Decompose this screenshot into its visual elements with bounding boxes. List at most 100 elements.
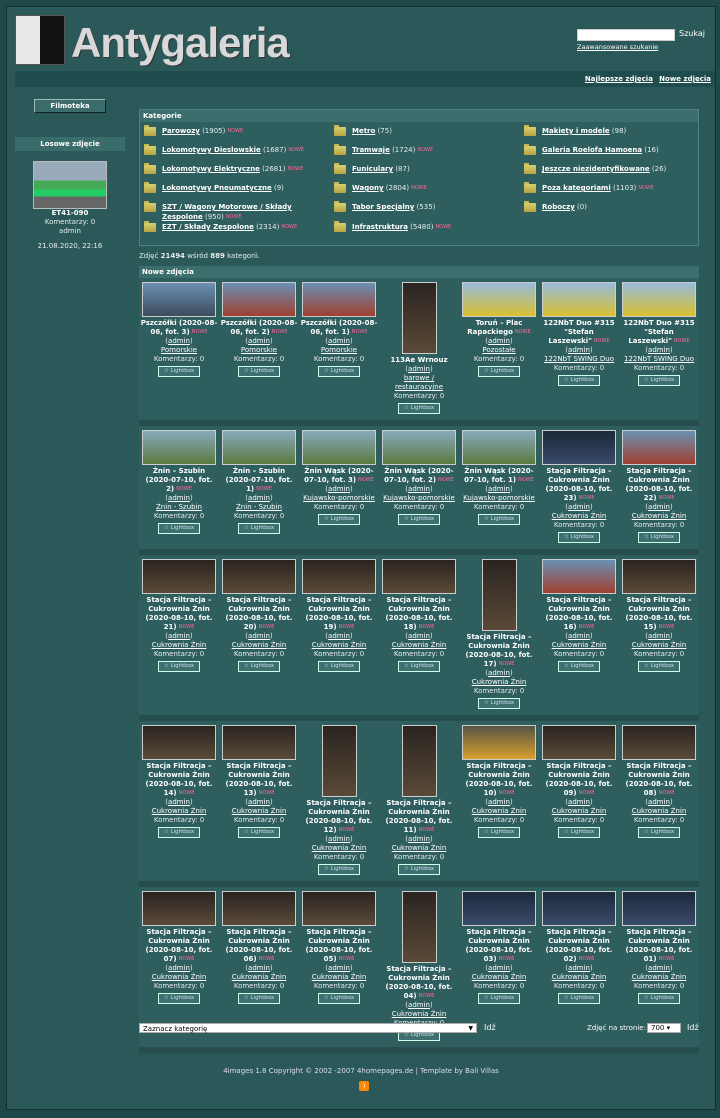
category-link[interactable]: Roboczy xyxy=(542,203,575,211)
photo-thumbnail[interactable] xyxy=(302,282,376,317)
photo-category-link[interactable]: barowe / restauracyjne xyxy=(395,374,443,391)
photo-user-link[interactable]: admin xyxy=(248,494,270,502)
photo-thumbnail[interactable] xyxy=(222,891,296,926)
per-page-go-button[interactable]: Idź xyxy=(687,1023,699,1032)
category-link[interactable]: Lokomotywy Dieslowskie xyxy=(162,146,261,154)
photo-thumbnail[interactable] xyxy=(462,282,536,317)
photo-category-link[interactable]: Cukrownia Żnin xyxy=(152,973,207,981)
category-link[interactable]: Jeszcze niezidentyfikowane xyxy=(542,165,650,173)
photo-user-link[interactable]: admin xyxy=(488,337,510,345)
photo-thumbnail[interactable] xyxy=(302,559,376,594)
photo-thumbnail[interactable] xyxy=(622,891,696,926)
photo-thumbnail[interactable] xyxy=(222,430,296,465)
photo-category-link[interactable]: Cukrownia Żnin xyxy=(312,844,367,852)
photo-thumbnail[interactable] xyxy=(622,430,696,465)
lightbox-button[interactable]: ☆ Lightbox xyxy=(478,993,520,1004)
random-photo-thumbnail[interactable] xyxy=(33,161,107,209)
photo-thumbnail[interactable] xyxy=(462,725,536,760)
photo-user-link[interactable]: admin xyxy=(648,346,670,354)
search-button[interactable]: Szukaj xyxy=(679,29,705,38)
photo-thumbnail[interactable] xyxy=(382,430,456,465)
photo-user-link[interactable]: admin xyxy=(328,485,350,493)
photo-thumbnail[interactable] xyxy=(302,891,376,926)
filmoteka-button[interactable]: Filmoteka xyxy=(34,99,106,113)
per-page-select[interactable]: 700 ▾ xyxy=(647,1023,681,1033)
photo-category-link[interactable]: Pomorskie xyxy=(321,346,357,354)
category-item[interactable]: Tramwaje (1724) NOWE xyxy=(330,144,520,164)
category-link[interactable]: Makiety i modele xyxy=(542,127,610,135)
photo-user-link[interactable]: admin xyxy=(568,964,590,972)
photo-thumbnail[interactable] xyxy=(321,725,357,797)
category-item[interactable]: EZT / Składy Zespolone (2314) NOWE xyxy=(140,221,330,241)
category-link[interactable]: Tramwaje xyxy=(352,146,390,154)
photo-user-link[interactable]: admin xyxy=(648,632,670,640)
category-link[interactable]: Lokomotywy Pneumatyczne xyxy=(162,184,272,192)
photo-user-link[interactable]: admin xyxy=(328,632,350,640)
photo-thumbnail[interactable] xyxy=(401,282,437,354)
photo-category-link[interactable]: Cukrownia Żnin xyxy=(632,512,687,520)
photo-category-link[interactable]: Żnin - Szubin xyxy=(156,503,202,511)
photo-category-link[interactable]: Pozostałe xyxy=(482,346,515,354)
photo-user-link[interactable]: admin xyxy=(568,346,590,354)
photo-thumbnail[interactable] xyxy=(542,891,616,926)
lightbox-button[interactable]: ☆ Lightbox xyxy=(318,864,360,875)
category-item[interactable]: Galeria Roelofa Hamoena (16) xyxy=(520,144,700,164)
photo-user-link[interactable]: admin xyxy=(648,798,670,806)
lightbox-button[interactable]: ☆ Lightbox xyxy=(158,661,200,672)
photo-thumbnail[interactable] xyxy=(142,725,216,760)
photo-thumbnail[interactable] xyxy=(302,430,376,465)
photo-category-link[interactable]: Cukrownia Żnin xyxy=(392,641,447,649)
photo-thumbnail[interactable] xyxy=(462,430,536,465)
lightbox-button[interactable]: ☆ Lightbox xyxy=(158,827,200,838)
photo-category-link[interactable]: Cukrownia Żnin xyxy=(552,807,607,815)
photo-category-link[interactable]: Cukrownia Żnin xyxy=(392,1010,447,1018)
photo-category-link[interactable]: Pomorskie xyxy=(161,346,197,354)
photo-category-link[interactable]: Cukrownia Żnin xyxy=(552,973,607,981)
photo-thumbnail[interactable] xyxy=(142,559,216,594)
photo-thumbnail[interactable] xyxy=(542,559,616,594)
photo-user-link[interactable]: admin xyxy=(488,964,510,972)
lightbox-button[interactable]: ☆ Lightbox xyxy=(398,661,440,672)
category-item[interactable]: Infrastruktura (5480) NOWE xyxy=(330,221,520,241)
photo-user-link[interactable]: admin xyxy=(248,632,270,640)
photo-category-link[interactable]: Żnin - Szubin xyxy=(236,503,282,511)
lightbox-button[interactable]: ☆ Lightbox xyxy=(158,366,200,377)
lightbox-button[interactable]: ☆ Lightbox xyxy=(238,993,280,1004)
photo-user-link[interactable]: admin xyxy=(168,798,190,806)
lightbox-button[interactable]: ☆ Lightbox xyxy=(558,375,600,386)
new-photos-link[interactable]: Nowe zdjęcia xyxy=(659,75,711,83)
photo-thumbnail[interactable] xyxy=(542,430,616,465)
lightbox-button[interactable]: ☆ Lightbox xyxy=(638,993,680,1004)
category-select[interactable]: Zaznacz kategorię xyxy=(139,1023,477,1034)
photo-category-link[interactable]: Cukrownia Żnin xyxy=(472,973,527,981)
photo-user-link[interactable]: admin xyxy=(648,503,670,511)
photo-category-link[interactable]: Cukrownia Żnin xyxy=(392,844,447,852)
category-item[interactable]: Parowozy (1905) NOWE xyxy=(140,125,330,145)
photo-thumbnail[interactable] xyxy=(142,430,216,465)
photo-category-link[interactable]: 122NbT SWING Duo xyxy=(624,355,694,363)
lightbox-button[interactable]: ☆ Lightbox xyxy=(478,366,520,377)
photo-user-link[interactable]: admin xyxy=(328,964,350,972)
photo-category-link[interactable]: Cukrownia Żnin xyxy=(312,973,367,981)
category-link[interactable]: Parowozy xyxy=(162,127,200,135)
search-input[interactable] xyxy=(577,29,675,41)
lightbox-button[interactable]: ☆ Lightbox xyxy=(478,698,520,709)
rss-icon[interactable]: ) xyxy=(359,1081,369,1091)
category-link[interactable]: Poza kategoriami xyxy=(542,184,611,192)
photo-user-link[interactable]: admin xyxy=(488,485,510,493)
photo-user-link[interactable]: admin xyxy=(328,337,350,345)
category-link[interactable]: Metro xyxy=(352,127,375,135)
photo-user-link[interactable]: admin xyxy=(248,964,270,972)
lightbox-button[interactable]: ☆ Lightbox xyxy=(558,532,600,543)
category-item[interactable]: Metro (75) xyxy=(330,125,520,145)
category-link[interactable]: Tabor Specjalny xyxy=(352,203,414,211)
photo-category-link[interactable]: Cukrownia Żnin xyxy=(552,641,607,649)
photo-thumbnail[interactable] xyxy=(481,559,517,631)
lightbox-button[interactable]: ☆ Lightbox xyxy=(318,366,360,377)
photo-category-link[interactable]: Cukrownia Żnin xyxy=(632,641,687,649)
photo-thumbnail[interactable] xyxy=(142,282,216,317)
photo-thumbnail[interactable] xyxy=(142,891,216,926)
photo-category-link[interactable]: Kujawsko-pomorskie xyxy=(463,494,535,502)
photo-category-link[interactable]: Cukrownia Żnin xyxy=(152,807,207,815)
lightbox-button[interactable]: ☆ Lightbox xyxy=(398,403,440,414)
